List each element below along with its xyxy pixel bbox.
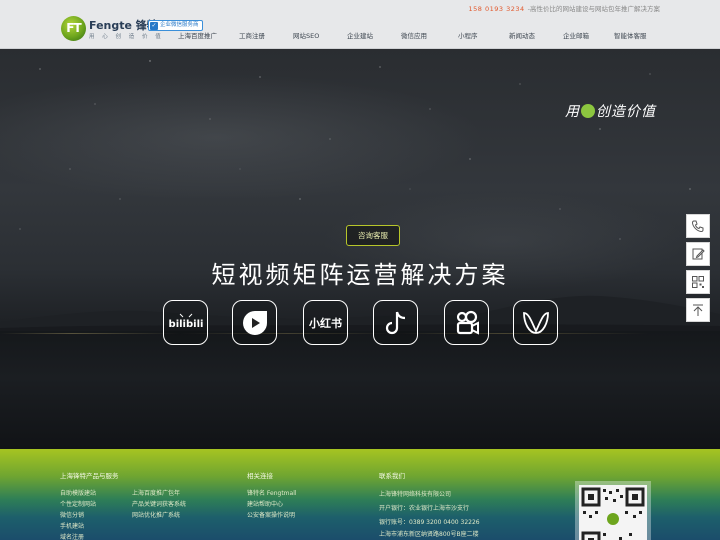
heart-icon	[581, 104, 595, 118]
footer-link[interactable]: 微信分销	[60, 510, 84, 519]
logo-slogan: 用 心 创 造 价 值	[89, 34, 164, 40]
logo-icon: FT	[61, 16, 86, 41]
bilibili-icon[interactable]: bilibili	[163, 300, 208, 345]
hero-slogan: 用创造价值	[565, 101, 656, 121]
footer-link[interactable]: 建站帮助中心	[247, 499, 283, 508]
footer-company-name: 上海锋特网络科技有限公司	[379, 491, 452, 498]
footer-link[interactable]: 个性定制网站	[60, 499, 96, 508]
back-to-top-icon[interactable]	[686, 298, 710, 322]
qrcode-icon[interactable]	[686, 270, 710, 294]
nav-item-wechat-apps[interactable]: 微信应用	[401, 30, 427, 40]
slogan-part-1: 用	[565, 104, 580, 120]
kuaishou-icon[interactable]	[444, 300, 489, 345]
footer-link[interactable]: 锋特名 Fengtmall	[247, 488, 297, 497]
footer-account: 银行账号：0389 3200 0400 32226	[379, 519, 480, 526]
nav-item-news[interactable]: 新闻动态	[509, 30, 535, 40]
footer-link[interactable]: 网站优化推广系统	[132, 510, 180, 519]
lake-reflection	[0, 331, 720, 449]
site-header: 158 0193 3234 -高性价比的网站建设与网站包年推广解决方案 FT Fe…	[0, 0, 720, 49]
footer-link[interactable]: 产品关键词获客系统	[132, 499, 186, 508]
nav-item-ai-agent-service[interactable]: 智能体客服	[614, 30, 647, 40]
hero-banner: 用创造价值 咨询客服 短视频矩阵运营解决方案 bilibili 小红书	[0, 49, 720, 449]
nav-item-seo[interactable]: 网站SEO	[293, 30, 319, 40]
nav-item-enterprise-mail[interactable]: 企业邮箱	[563, 30, 589, 40]
qrcode-image	[581, 487, 645, 540]
wechat-qrcode	[575, 481, 651, 540]
nav-item-mini-program[interactable]: 小程序	[458, 30, 478, 40]
hills-silhouette	[0, 295, 720, 334]
footer-products-title: 上海锋特产品与服务	[60, 472, 119, 480]
wecom-badge-label: 企业微信服务商	[160, 22, 199, 28]
footer-bank: 开户银行：农业银行上海市沙支行	[379, 505, 470, 512]
svg-text:bilibili: bilibili	[168, 319, 203, 330]
slogan-part-2: 创造价值	[596, 104, 656, 120]
nav-item-website-building[interactable]: 企业建站	[347, 30, 373, 40]
wecom-icon: ✓	[150, 21, 158, 30]
wechat-channels-icon[interactable]	[513, 300, 558, 345]
video-channel-icon[interactable]	[232, 300, 277, 345]
header-topline: 158 0193 3234 -高性价比的网站建设与网站包年推广解决方案	[469, 3, 660, 13]
nav-item-baidu-ads[interactable]: 上海百度推广	[178, 30, 217, 40]
hotline-phone[interactable]: 158 0193 3234	[469, 5, 525, 13]
edit-icon[interactable]	[686, 242, 710, 266]
nav-item-business-registration[interactable]: 工商注册	[239, 30, 265, 40]
phone-icon[interactable]	[686, 214, 710, 238]
hero-title: 短视频矩阵运营解决方案	[211, 261, 509, 289]
footer-link[interactable]: 手机建站	[60, 521, 84, 530]
consult-service-button[interactable]: 咨询客服	[346, 225, 400, 246]
xiaohongshu-icon[interactable]: 小红书	[303, 300, 348, 345]
douyin-icon[interactable]	[373, 300, 418, 345]
footer-link[interactable]: 自助模版建站	[60, 488, 96, 497]
header-tagline: -高性价比的网站建设与网站包年推广解决方案	[527, 5, 660, 13]
footer-link[interactable]: 域名注册	[60, 532, 84, 540]
footer-link[interactable]: 公安备案操作说明	[247, 510, 295, 519]
xiaohongshu-label: 小红书	[309, 316, 342, 330]
footer-link[interactable]: 上海百度推广包年	[132, 488, 180, 497]
footer-contact-title: 联系我们	[379, 472, 405, 480]
site-footer: 上海锋特产品与服务 自助模版建站 个性定制网站 微信分销 手机建站 域名注册 上…	[0, 449, 720, 540]
footer-address: 上海市浦东新区纳贤路800号B座二楼	[379, 531, 479, 538]
footer-links-title: 相关连接	[247, 472, 273, 480]
